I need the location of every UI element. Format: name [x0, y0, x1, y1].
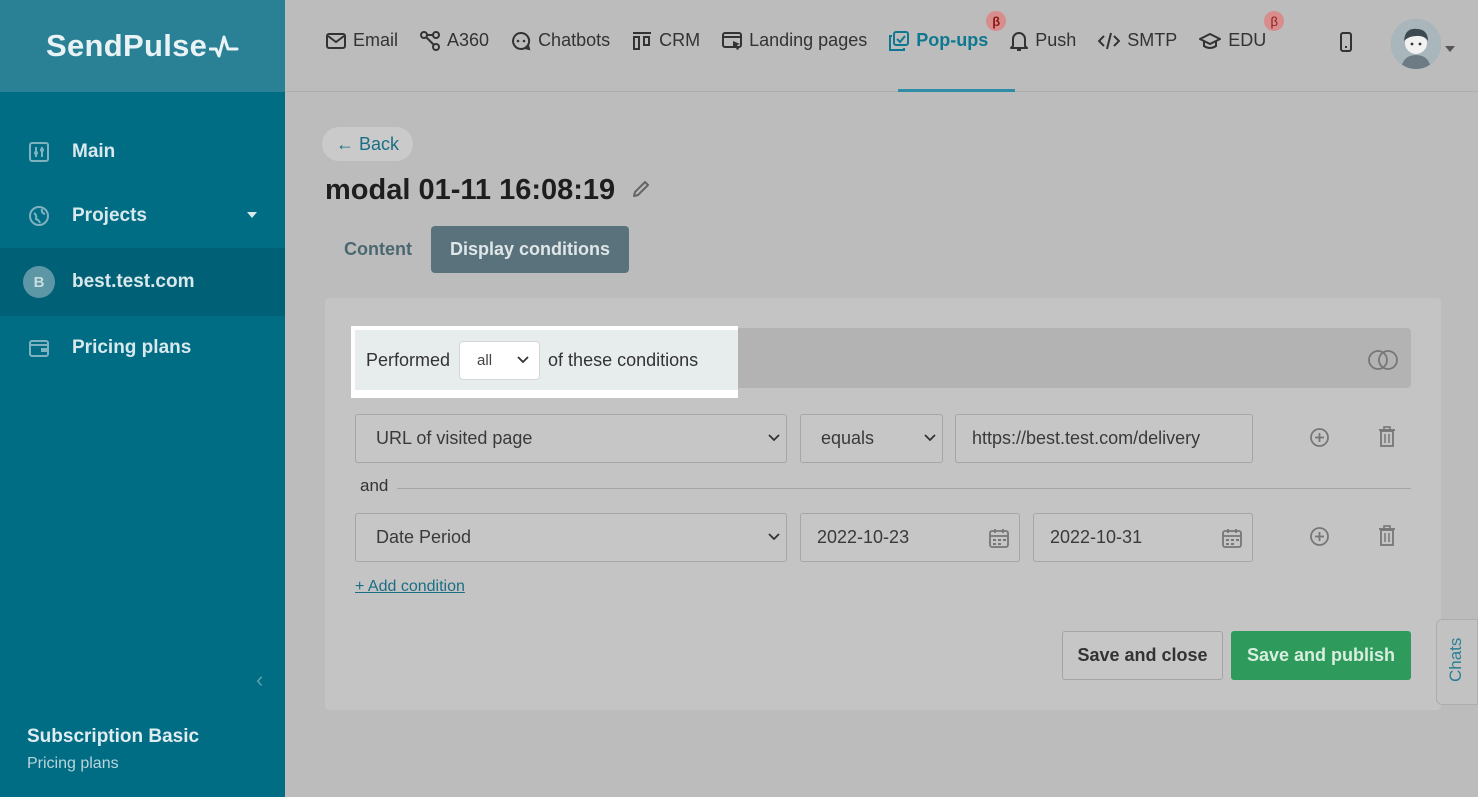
save-and-publish-button[interactable]: Save and publish: [1231, 631, 1411, 680]
topnav-landing-pages[interactable]: Landing pages: [722, 30, 867, 51]
sidebar-item-label: Projects: [72, 205, 147, 226]
calendar-icon[interactable]: [1222, 528, 1242, 548]
beta-badge: β: [1264, 11, 1285, 31]
add-circle-icon[interactable]: [1309, 526, 1330, 552]
calendar-icon[interactable]: [989, 528, 1009, 548]
condition-field-select[interactable]: Date Period: [355, 513, 787, 562]
add-circle-icon[interactable]: [1309, 427, 1330, 453]
chevron-down-icon: [517, 356, 529, 364]
logo-area: SendPulse: [0, 0, 285, 92]
condition-field-select[interactable]: URL of visited page: [355, 414, 787, 463]
popup-icon: [889, 30, 910, 51]
sidebar-item-label: best.test.com: [72, 271, 195, 292]
chat-icon: [511, 31, 531, 51]
topnav-chatbots[interactable]: Chatbots: [511, 30, 610, 51]
sidebar-nav: Main Projects B best.test.com Pricing pl…: [0, 120, 285, 380]
sidebar: SendPulse Main Projects B best.test.com …: [0, 0, 285, 797]
project-avatar: B: [23, 266, 55, 298]
topnav-popups[interactable]: Pop-ups β: [889, 11, 1007, 51]
beta-badge: β: [986, 11, 1007, 31]
active-tab-indicator: [898, 89, 1015, 92]
top-nav: Email A360 Chatbots CRM Landing pages Po…: [326, 11, 1288, 51]
subscription-title: Subscription Basic: [27, 726, 200, 747]
top-bar: Email A360 Chatbots CRM Landing pages Po…: [285, 0, 1478, 92]
save-and-close-button[interactable]: Save and close: [1062, 631, 1223, 680]
pulse-icon: [209, 35, 239, 58]
performed-highlight: Performed all of these conditions: [351, 326, 738, 398]
collapse-sidebar-icon[interactable]: ‹: [256, 667, 263, 693]
page-title: modal 01-11 16:08:19: [325, 174, 651, 207]
wallet-icon: [27, 336, 51, 360]
performed-label: Performed: [366, 349, 451, 370]
trash-icon[interactable]: [1378, 525, 1396, 551]
edit-pencil-icon[interactable]: [631, 174, 651, 207]
graduation-icon: [1199, 32, 1222, 50]
topnav-edu[interactable]: EDU β: [1199, 11, 1285, 51]
back-button[interactable]: ← Back: [322, 127, 414, 161]
chevron-down-icon[interactable]: [1445, 46, 1455, 52]
topnav-smtp[interactable]: SMTP: [1098, 30, 1177, 51]
topnav-email[interactable]: Email: [326, 30, 398, 51]
globe-icon: [27, 204, 51, 228]
topnav-a360[interactable]: A360: [420, 30, 489, 51]
performed-row: Performed all of these conditions: [355, 330, 738, 390]
mobile-icon[interactable]: [1339, 32, 1353, 57]
chats-tab[interactable]: Chats: [1436, 619, 1478, 705]
trash-icon[interactable]: [1378, 426, 1396, 452]
tab-display-conditions[interactable]: Display conditions: [430, 226, 630, 273]
sidebar-item-project[interactable]: B best.test.com: [0, 248, 285, 316]
code-icon: [1098, 32, 1121, 50]
conditions-suffix-label: of these conditions: [548, 349, 699, 370]
chevron-down-icon: [247, 212, 257, 218]
pricing-plans-link[interactable]: Pricing plans: [27, 755, 119, 773]
sidebar-item-main[interactable]: Main: [0, 120, 285, 184]
chevron-down-icon: [924, 434, 936, 442]
date-to-input[interactable]: 2022-10-31: [1033, 513, 1253, 562]
chevron-down-icon: [768, 434, 780, 442]
chevron-down-icon: [768, 533, 780, 541]
tabs: Content Display conditions: [325, 226, 630, 273]
sidebar-item-pricing[interactable]: Pricing plans: [0, 316, 285, 380]
landing-icon: [722, 31, 743, 51]
tab-content[interactable]: Content: [325, 226, 431, 273]
topnav-push[interactable]: Push: [1010, 30, 1076, 51]
nodes-icon: [420, 30, 441, 51]
sidebar-item-label: Pricing plans: [72, 337, 192, 358]
logo[interactable]: SendPulse: [46, 28, 239, 64]
kanban-icon: [632, 31, 652, 51]
match-select[interactable]: all: [459, 340, 541, 380]
bell-icon: [1010, 31, 1029, 51]
and-joiner: and: [360, 476, 389, 495]
divider: [397, 488, 1411, 489]
user-avatar[interactable]: [1391, 19, 1441, 69]
date-from-input[interactable]: 2022-10-23: [800, 513, 1020, 562]
condition-operator-select[interactable]: equals: [800, 414, 943, 463]
sidebar-item-label: Main: [72, 141, 116, 162]
topnav-crm[interactable]: CRM: [632, 30, 700, 51]
condition-value-input[interactable]: https://best.test.com/delivery: [955, 414, 1253, 463]
sidebar-item-projects[interactable]: Projects: [0, 184, 285, 248]
dashboard-icon: [27, 140, 51, 164]
venn-icon[interactable]: [1366, 349, 1400, 376]
add-condition-link[interactable]: + Add condition: [355, 578, 465, 596]
envelope-icon: [326, 32, 346, 50]
